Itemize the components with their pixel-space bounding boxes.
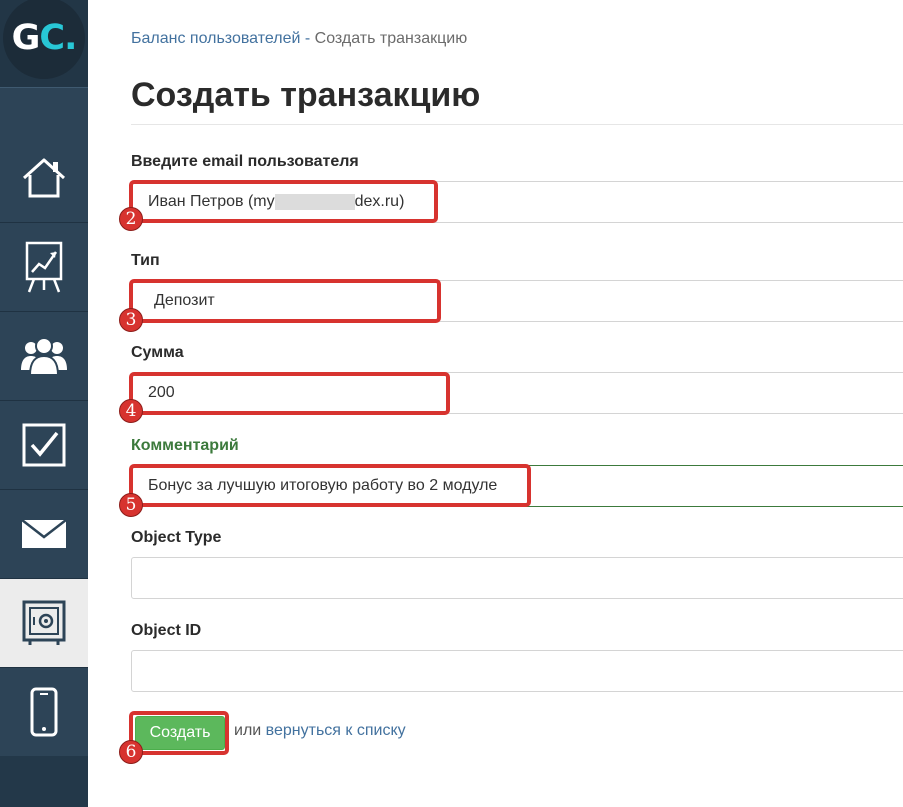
sidebar: GC. <box>0 0 88 807</box>
sidebar-item-reports[interactable] <box>0 223 88 312</box>
annotation-badge-4: 4 <box>119 399 143 423</box>
type-value: Депозит <box>154 292 215 309</box>
create-button[interactable]: Создать <box>135 716 225 750</box>
sidebar-item-tasks[interactable] <box>0 401 88 490</box>
safe-icon <box>22 600 66 645</box>
sidebar-item-home[interactable] <box>0 134 88 223</box>
actions-or-text: или вернуться к списку <box>234 722 406 739</box>
email-value-end: dex.ru) <box>354 193 405 210</box>
comment-label: Комментарий <box>131 437 239 454</box>
email-value-start: Иван Петров (my <box>148 193 275 210</box>
home-icon <box>22 158 66 198</box>
email-field[interactable]: Иван Петров (my dex.ru) <box>131 181 903 223</box>
object-type-input[interactable] <box>131 557 903 599</box>
logo[interactable]: GC. <box>0 0 88 88</box>
email-label: Введите email пользователя <box>131 153 359 170</box>
breadcrumb-current: Создать транзакцию <box>314 30 468 47</box>
sidebar-item-users[interactable] <box>0 312 88 401</box>
amount-label: Сумма <box>131 344 184 361</box>
main-content: Баланс пользователей - Создать транзакци… <box>88 0 903 807</box>
checkbox-icon <box>22 423 66 467</box>
sidebar-item-mobile[interactable] <box>0 668 88 757</box>
chart-board-icon <box>25 241 63 293</box>
sidebar-bottom <box>0 756 88 807</box>
comment-input[interactable]: Бонус за лучшую итоговую работу во 2 мод… <box>131 465 903 507</box>
type-label: Тип <box>131 252 160 269</box>
object-type-label: Object Type <box>131 529 222 546</box>
back-to-list-link[interactable]: вернуться к списку <box>266 722 406 739</box>
object-id-input[interactable] <box>131 650 903 692</box>
mail-icon <box>21 519 67 548</box>
annotation-badge-2: 2 <box>119 207 143 231</box>
redacted-block <box>274 194 355 210</box>
sidebar-item-balance[interactable] <box>0 579 88 668</box>
annotation-badge-3: 3 <box>119 308 143 332</box>
page-title: Создать транзакцию <box>131 76 481 114</box>
object-id-label: Object ID <box>131 622 202 639</box>
amount-input[interactable]: 200 <box>131 372 903 414</box>
sidebar-item-mail[interactable] <box>0 490 88 579</box>
breadcrumb-link-balance[interactable]: Баланс пользователей - <box>131 30 310 47</box>
annotation-badge-6: 6 <box>119 740 143 764</box>
users-icon <box>21 337 67 376</box>
amount-value: 200 <box>148 384 175 401</box>
breadcrumb: Баланс пользователей - Создать транзакци… <box>131 30 467 48</box>
mobile-icon <box>30 687 58 737</box>
type-select[interactable]: Депозит <box>131 280 903 322</box>
title-divider <box>131 124 903 125</box>
annotation-badge-5: 5 <box>119 493 143 517</box>
comment-value: Бонус за лучшую итоговую работу во 2 мод… <box>148 477 498 494</box>
logo-mark: GC. <box>3 0 85 79</box>
